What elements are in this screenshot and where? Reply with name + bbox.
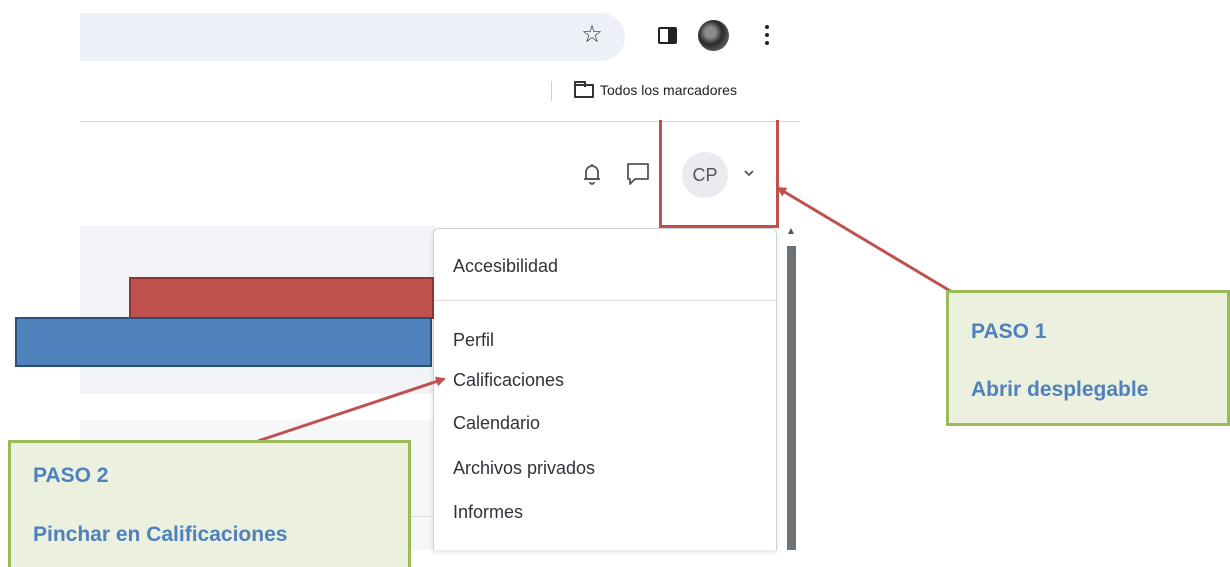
callout-step2-title: PASO 2 (33, 464, 109, 487)
arrow-step1 (776, 186, 953, 294)
callout-step2: PASO 2 Pinchar en Calificaciones (8, 440, 411, 567)
callout-step2-text: Pinchar en Calificaciones (33, 523, 288, 546)
arrow-step2 (257, 376, 446, 443)
callout-step1: PASO 1 Abrir desplegable (946, 290, 1230, 426)
callout-step1-text: Abrir desplegable (971, 378, 1149, 401)
callout-step1-title: PASO 1 (971, 320, 1047, 343)
